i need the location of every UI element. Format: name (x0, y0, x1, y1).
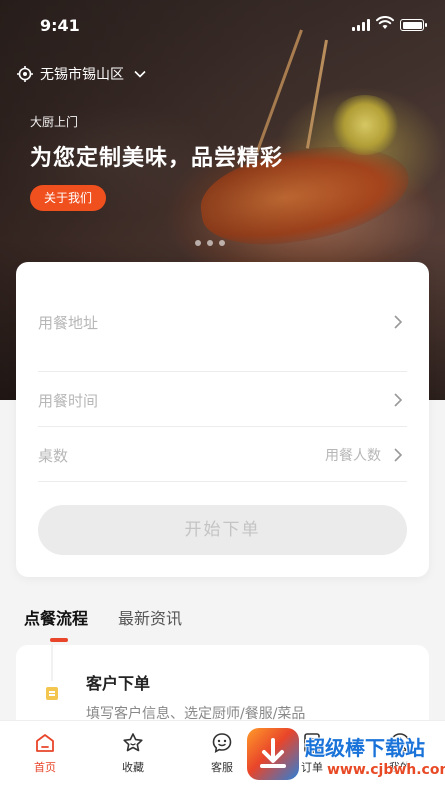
watermark-name: 超级棒下载站 (305, 736, 425, 760)
watermark: 超级棒下载站 www.cjbwh.com (247, 726, 445, 786)
tables-label: 桌数 (38, 447, 69, 465)
chevron-right-icon (394, 315, 403, 329)
download-arrow-icon (260, 738, 286, 768)
location-selector[interactable]: 无锡市锡山区 (16, 64, 146, 84)
wifi-icon (376, 16, 394, 29)
address-label: 用餐地址 (38, 314, 99, 332)
document-icon (46, 687, 58, 700)
time-field[interactable]: 用餐时间 (38, 372, 407, 427)
watermark-logo (247, 728, 299, 780)
address-field[interactable]: 用餐地址 (38, 262, 407, 372)
people-count-placeholder: 用餐人数 (325, 448, 381, 464)
nav-favorites[interactable]: 收藏 (103, 731, 163, 775)
tab-order-process[interactable]: 点餐流程 (24, 605, 88, 629)
start-order-button[interactable]: 开始下单 (38, 505, 407, 555)
star-icon (123, 733, 143, 752)
banner-tagline: 大厨上门 (30, 115, 79, 129)
chevron-down-icon (134, 70, 146, 78)
time-label: 用餐时间 (38, 392, 99, 410)
tab-latest-news[interactable]: 最新资讯 (118, 605, 182, 629)
status-time: 9:41 (40, 16, 80, 35)
chevron-right-icon (394, 393, 403, 407)
carousel-indicator (195, 240, 225, 246)
chevron-right-icon (394, 448, 403, 462)
banner-headline: 为您定制美味，品尝精彩 (30, 146, 284, 171)
locate-icon (17, 66, 33, 82)
nav-service[interactable]: 客服 (192, 731, 252, 775)
step-timeline-line (51, 645, 53, 681)
nav-service-label: 客服 (211, 761, 233, 774)
battery-icon (400, 19, 427, 31)
location-city: 无锡市锡山区 (40, 67, 124, 83)
order-form-card: 用餐地址 用餐时间 桌数 用餐人数 开始下单 (16, 262, 429, 577)
nav-favorites-label: 收藏 (122, 761, 144, 774)
nav-home-label: 首页 (34, 761, 56, 774)
status-bar: 9:41 (0, 0, 445, 50)
step-title: 客户下单 (86, 674, 151, 693)
home-icon (36, 734, 54, 752)
watermark-url: www.cjbwh.com (327, 762, 445, 778)
active-tab-indicator (50, 638, 68, 642)
cellular-signal-icon (352, 19, 370, 31)
nav-home[interactable]: 首页 (15, 731, 75, 775)
section-tabs: 点餐流程 最新资讯 (24, 605, 182, 629)
about-us-button[interactable]: 关于我们 (30, 185, 107, 211)
tables-field[interactable]: 桌数 用餐人数 (38, 427, 407, 482)
service-icon (212, 733, 232, 753)
